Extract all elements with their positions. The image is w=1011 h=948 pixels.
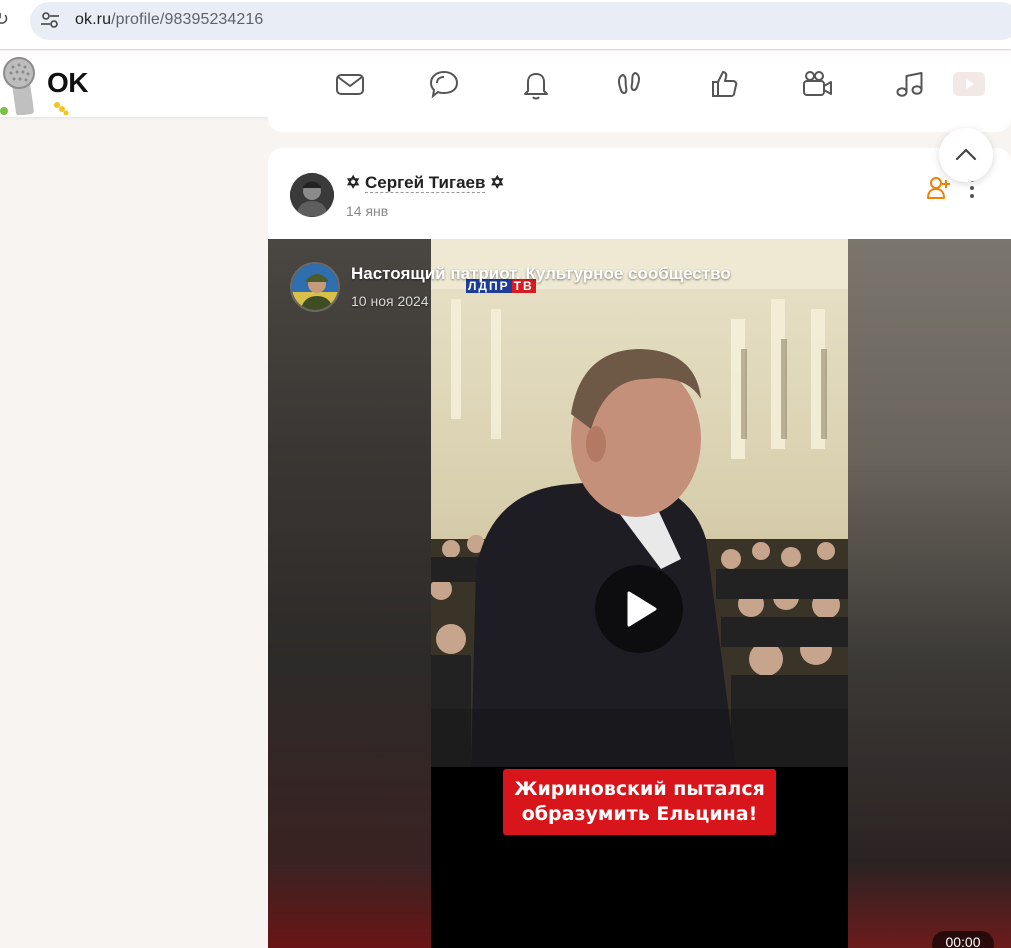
mail-icon[interactable] — [333, 67, 367, 101]
url-text[interactable]: ok.ru/profile/98395234216 — [75, 11, 263, 29]
scroll-to-top-button[interactable] — [939, 128, 993, 182]
play-icon — [627, 591, 657, 627]
post-date[interactable]: 14 янв — [346, 203, 388, 219]
chevron-up-icon — [955, 148, 977, 161]
video-player[interactable]: ЛДПР ТВ Жириновский пытался образумить Ел… — [268, 239, 1011, 948]
video-duration: 00:00 — [932, 931, 994, 948]
author-name-text[interactable]: Сергей Тигаев — [364, 173, 486, 193]
ok-logo[interactable]: OK — [0, 53, 100, 116]
author-avatar[interactable] — [290, 173, 334, 217]
site-header: OK — [0, 51, 1011, 117]
group-date: 10 ноя 2024 — [351, 293, 429, 309]
site-settings-icon[interactable] — [40, 11, 60, 29]
guests-icon[interactable] — [613, 67, 647, 101]
star-of-david-icon: ✡ — [490, 173, 505, 192]
logo-text: OK — [47, 67, 89, 98]
caption-line-2: образумить Ельцина! — [521, 803, 758, 825]
post-card: ✡ Сергей Тигаев ✡ 14 янв ЛДПР ТВ Жиринов… — [268, 148, 1011, 948]
video-blur-left — [268, 239, 431, 948]
music-icon[interactable] — [893, 67, 927, 101]
video-icon[interactable] — [800, 67, 834, 101]
notifications-icon[interactable] — [519, 67, 553, 101]
add-friend-icon[interactable] — [926, 175, 952, 201]
group-avatar[interactable] — [290, 262, 340, 312]
previous-post-card — [268, 117, 1011, 132]
browser-address-bar: ↻ ok.ru/profile/98395234216 — [0, 0, 1011, 50]
reload-icon[interactable]: ↻ — [0, 9, 9, 30]
star-of-david-icon: ✡ — [346, 173, 361, 192]
author-name[interactable]: ✡ Сергей Тигаев ✡ — [346, 173, 504, 193]
caption-line-1: Жириновский пытался — [514, 778, 765, 800]
discussions-icon[interactable] — [427, 67, 461, 101]
video-caption: Жириновский пытался образумить Ельцина! — [503, 769, 776, 835]
likes-icon[interactable] — [707, 67, 741, 101]
video-blur-right — [848, 239, 1011, 948]
video-thumbnail — [431, 239, 848, 767]
group-name[interactable]: Настоящий патриот. Культурное сообщество — [351, 264, 731, 284]
video-tab-icon[interactable] — [951, 67, 985, 101]
play-button[interactable] — [595, 565, 683, 653]
